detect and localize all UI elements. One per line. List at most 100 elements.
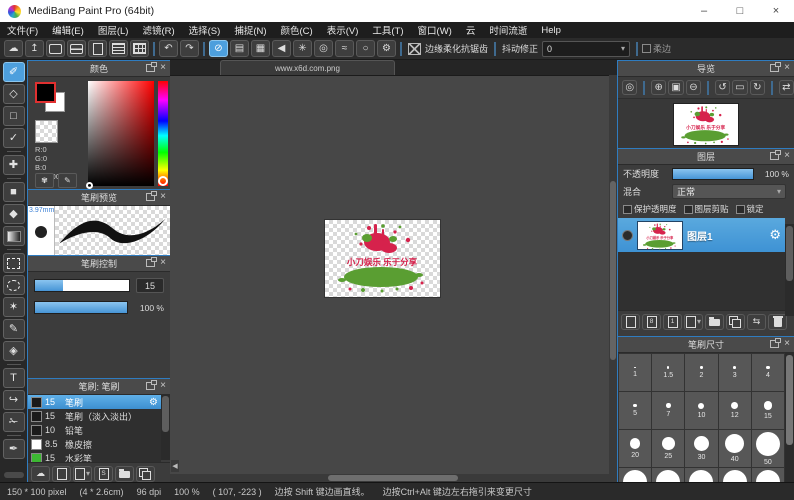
snap-curve-button[interactable]: ≈ [335, 40, 354, 57]
close-icon[interactable]: × [784, 152, 790, 160]
new-canvas-button[interactable] [88, 40, 107, 57]
canvas-image[interactable] [325, 220, 440, 297]
menu-item-表示(V)[interactable]: 表示(V) [320, 23, 366, 37]
canvas-vertical-scrollbar[interactable] [609, 75, 617, 482]
select-rect-tool[interactable] [3, 253, 25, 273]
tool-strip-handle[interactable] [4, 472, 24, 478]
menu-item-选择(S)[interactable]: 选择(S) [182, 23, 228, 37]
frame-split-tool[interactable]: ✁ [3, 412, 25, 432]
snap-ellipse-button[interactable]: ○ [356, 40, 375, 57]
popout-icon[interactable] [770, 152, 779, 160]
popout-icon[interactable] [146, 64, 155, 72]
cloud-button[interactable]: ☁ [4, 40, 23, 57]
snap-concentric-button[interactable]: ◎ [314, 40, 333, 57]
fill-tool[interactable]: ■ [3, 182, 25, 202]
brush-size-7[interactable]: 7 [652, 392, 684, 429]
saturation-value-picker[interactable] [88, 81, 154, 186]
close-icon[interactable]: × [784, 340, 790, 348]
antialias-icon[interactable] [408, 43, 421, 55]
layer-settings-icon[interactable]: ⚙ [769, 227, 781, 243]
brush-opacity-slider[interactable] [34, 301, 128, 314]
brush-size-1.5[interactable]: 1.5 [652, 354, 684, 391]
brush-size-100[interactable]: 100 [752, 468, 784, 483]
menu-item-文件(F)[interactable]: 文件(F) [0, 23, 45, 37]
jitter-select[interactable]: 0 ▾ [542, 41, 630, 57]
select-eraser-tool[interactable]: ◈ [3, 341, 25, 361]
publish-button[interactable]: ↥ [25, 40, 44, 57]
brush-folder-button[interactable] [115, 466, 134, 482]
redo-button[interactable]: ↷ [180, 40, 199, 57]
brush-size-12[interactable]: 12 [719, 392, 751, 429]
menu-item-图层(L)[interactable]: 图层(L) [91, 23, 136, 37]
layer-blend-select[interactable]: 正常 ▾ [672, 184, 786, 199]
polyline-tool[interactable]: ✓ [3, 128, 25, 148]
hue-cursor[interactable] [158, 176, 168, 186]
popout-icon[interactable] [146, 259, 155, 267]
canvas-list-button[interactable] [109, 40, 128, 57]
layer-opacity-slider[interactable] [672, 168, 754, 180]
add-layer-button[interactable] [621, 314, 640, 330]
menu-item-窗口(W)[interactable]: 窗口(W) [411, 23, 459, 37]
rotate-reset-button[interactable]: ▭ [732, 80, 747, 95]
palette-button[interactable]: ✾ [35, 173, 54, 188]
rotate-ccw-button[interactable]: ↺ [715, 80, 730, 95]
add-1bit-layer-button[interactable]: 1 [663, 314, 682, 330]
zoom-in-button[interactable]: ⊕ [651, 80, 666, 95]
brush-size-15[interactable]: 15 [752, 392, 784, 429]
brush-item[interactable]: 8.5橡皮擦 [28, 437, 161, 451]
sv-cursor[interactable] [86, 182, 93, 189]
popout-icon[interactable] [770, 340, 779, 348]
duplicate-brush-button[interactable] [136, 466, 155, 482]
popout-icon[interactable] [146, 382, 155, 390]
snap-parallel-button[interactable]: ▤ [230, 40, 249, 57]
brush-settings-icon[interactable]: ⚙ [149, 397, 158, 408]
menu-item-时间流逝[interactable]: 时间流逝 [482, 23, 534, 37]
select-pen-tool[interactable]: ✎ [3, 319, 25, 339]
maximize-button[interactable]: □ [722, 0, 758, 22]
minimize-button[interactable]: – [686, 0, 722, 22]
menu-item-颜色(C)[interactable]: 颜色(C) [274, 23, 320, 37]
popout-icon[interactable] [146, 193, 155, 201]
brush-tool[interactable]: ✐ [3, 62, 25, 82]
zoom-original-button[interactable]: ◎ [622, 80, 637, 95]
collapse-left-panel-icon[interactable]: ◀ [171, 460, 179, 472]
layer-row[interactable]: 图层1 ⚙ [618, 218, 785, 252]
undo-button[interactable]: ↶ [159, 40, 178, 57]
menu-item-滤镜(R)[interactable]: 滤镜(R) [135, 23, 181, 37]
snap-radial-button[interactable]: ✳ [293, 40, 312, 57]
snap-vanishing-button[interactable]: ◀ [272, 40, 291, 57]
brush-size-1[interactable]: 1 [619, 354, 651, 391]
bucket-tool[interactable]: ◆ [3, 204, 25, 224]
shape-brush-tool[interactable]: □ [3, 106, 25, 126]
material-panel-button[interactable] [130, 40, 149, 57]
menu-item-云[interactable]: 云 [459, 23, 483, 37]
transparent-color-swatch[interactable] [35, 120, 58, 143]
script-brush-button[interactable]: S [94, 466, 113, 482]
brush-item[interactable]: 10铅笔 [28, 423, 161, 437]
soft-edge-checkbox[interactable] [642, 44, 651, 53]
brush-size-5[interactable]: 5 [619, 392, 651, 429]
layer-list-scrollbar[interactable] [785, 224, 794, 316]
popout-icon[interactable] [770, 64, 779, 72]
foreground-color-swatch[interactable] [35, 82, 56, 103]
layer-folder-button[interactable] [705, 314, 724, 330]
lasso-tool[interactable] [3, 275, 25, 295]
canvas-horizontal-scrollbar[interactable] [170, 474, 609, 482]
brush-size-2[interactable]: 2 [685, 354, 717, 391]
brush-size-90[interactable]: 90 [719, 468, 751, 483]
menu-item-工具(T)[interactable]: 工具(T) [365, 23, 410, 37]
close-icon[interactable]: × [160, 382, 166, 390]
brush-size-60[interactable]: 60 [619, 468, 651, 483]
close-icon[interactable]: × [160, 259, 166, 267]
brush-item[interactable]: 15水彩笔 [28, 451, 161, 462]
layer-option-图层剪贴[interactable]: 图层剪贴 [684, 203, 729, 215]
flip-button[interactable]: ⇄ [779, 80, 794, 95]
brush-size-80[interactable]: 80 [685, 468, 717, 483]
brush-size-20[interactable]: 20 [619, 430, 651, 467]
eraser-tool[interactable]: ◇ [3, 84, 25, 104]
menu-item-Help[interactable]: Help [534, 25, 568, 36]
duplicate-layer-button[interactable] [726, 314, 745, 330]
layer-option-保护透明度[interactable]: 保护透明度 [623, 203, 677, 215]
scrollbar-thumb[interactable] [610, 181, 616, 360]
brush-size-25[interactable]: 25 [652, 430, 684, 467]
